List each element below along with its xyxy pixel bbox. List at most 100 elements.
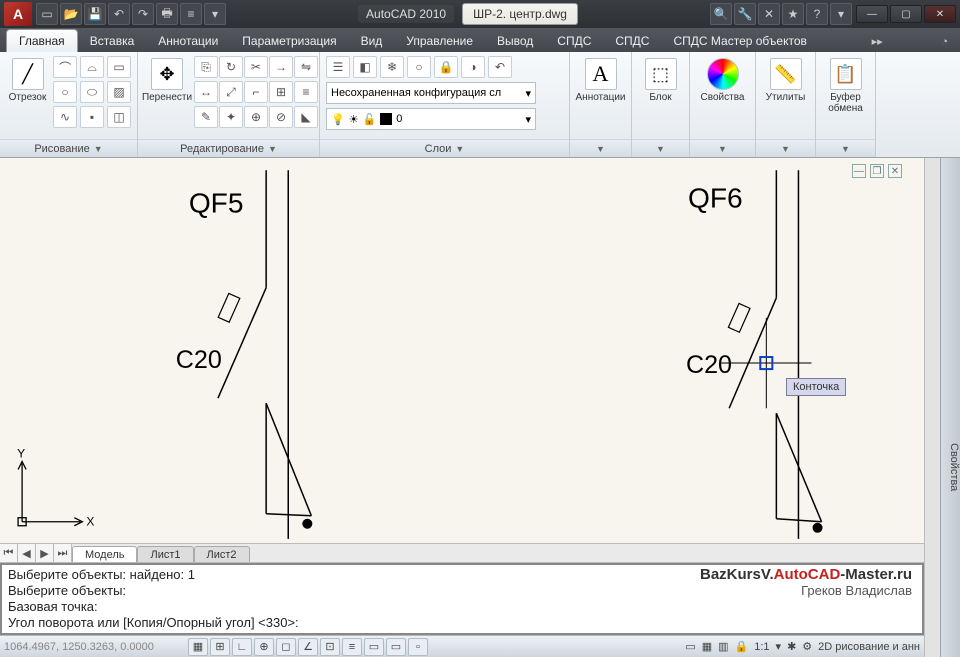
grid-toggle[interactable]: ⊞ — [210, 638, 230, 656]
extra-toggle[interactable]: ▫ — [408, 638, 428, 656]
panel-edit-title[interactable]: Редактирование▼ — [138, 139, 319, 157]
minimize-button[interactable]: — — [856, 5, 888, 23]
help-icon[interactable]: ? — [806, 3, 828, 25]
exchange-icon[interactable]: ✕ — [758, 3, 780, 25]
snap-toggle[interactable]: ▦ — [188, 638, 208, 656]
ribbon-minimize-icon[interactable]: ◔ — [935, 32, 954, 52]
otrack-toggle[interactable]: ∠ — [298, 638, 318, 656]
sheet-next-icon[interactable]: ▶ — [36, 544, 54, 562]
dyn-toggle[interactable]: ⊡ — [320, 638, 340, 656]
tab-view[interactable]: Вид — [349, 30, 395, 52]
layer-current-combo[interactable]: 💡 ☀ 🔓 0 ▾ — [326, 108, 536, 130]
tab-insert[interactable]: Вставка — [78, 30, 147, 52]
properties-button[interactable]: Свойства — [700, 56, 746, 105]
tab-manage[interactable]: Управление — [394, 30, 485, 52]
join-icon[interactable]: ⊕ — [244, 106, 268, 128]
arc-icon[interactable]: ⌓ — [80, 56, 104, 78]
new-icon[interactable]: ▭ — [36, 3, 58, 25]
model-toggle[interactable]: ▭ — [386, 638, 406, 656]
anno-vis-icon[interactable]: ✱ — [787, 640, 796, 653]
spline-icon[interactable]: ∿ — [53, 106, 77, 128]
rect-icon[interactable]: ▭ — [107, 56, 131, 78]
layer-state-combo[interactable]: Несохраненная конфигурация сл▾ — [326, 82, 536, 104]
copy-icon[interactable]: ⎘ — [194, 56, 218, 78]
key-icon[interactable]: 🔧 — [734, 3, 756, 25]
region-icon[interactable]: ◫ — [107, 106, 131, 128]
polar-toggle[interactable]: ⊕ — [254, 638, 274, 656]
lwt-toggle[interactable]: ≡ — [342, 638, 362, 656]
workspace-label[interactable]: 2D рисование и анн — [818, 641, 920, 653]
vp-close-icon[interactable]: ✕ — [888, 164, 902, 178]
layer-iso-icon[interactable]: ◧ — [353, 56, 377, 78]
app-logo[interactable]: A — [4, 2, 32, 26]
tab-annotate[interactable]: Аннотации — [146, 30, 230, 52]
layer-match-icon[interactable]: ◑ — [461, 56, 485, 78]
paper-model-icon[interactable]: ▭ — [685, 640, 695, 653]
panel-props-title[interactable]: ▼ — [690, 139, 755, 157]
vertical-scrollbar[interactable] — [924, 158, 940, 657]
erase-icon[interactable]: ✎ — [194, 106, 218, 128]
line-button[interactable]: ╱ Отрезок — [6, 56, 49, 105]
chevron-down-icon[interactable]: ▾ — [776, 640, 782, 653]
scale-icon[interactable]: ⤢ — [219, 81, 243, 103]
tabs-overflow-icon[interactable]: ▸▸ — [866, 31, 889, 52]
undo-icon[interactable]: ↶ — [108, 3, 130, 25]
explode-icon[interactable]: ✦ — [219, 106, 243, 128]
trim-icon[interactable]: ✂ — [244, 56, 268, 78]
osnap-toggle[interactable]: ◻ — [276, 638, 296, 656]
tab-spds2[interactable]: СПДС — [603, 30, 661, 52]
qp-toggle[interactable]: ▭ — [364, 638, 384, 656]
point-icon[interactable]: ▪ — [80, 106, 104, 128]
move-button[interactable]: ✥ Перенести — [144, 56, 190, 105]
panel-layers-title[interactable]: Слои▼ — [320, 139, 569, 157]
quickview-icon[interactable]: ▦ — [702, 640, 712, 653]
qat-dropdown-icon[interactable]: ▾ — [204, 3, 226, 25]
properties-palette-tab[interactable]: Свойства — [940, 158, 960, 657]
qat-extra-icon[interactable]: ≡ — [180, 3, 202, 25]
layer-prev-icon[interactable]: ↶ — [488, 56, 512, 78]
command-window[interactable]: Выберите объекты: найдено: 1 Выберите об… — [0, 563, 924, 635]
tab-parametric[interactable]: Параметризация — [230, 30, 348, 52]
tab-home[interactable]: Главная — [6, 29, 78, 52]
annotation-button[interactable]: A Аннотации — [578, 56, 624, 105]
circle-icon[interactable]: ○ — [53, 81, 77, 103]
panel-util-title[interactable]: ▼ — [756, 139, 815, 157]
extend-icon[interactable]: → — [269, 56, 293, 78]
open-icon[interactable]: 📂 — [60, 3, 82, 25]
sheet-last-icon[interactable]: ⏭ — [54, 544, 72, 562]
tab-model[interactable]: Модель — [72, 546, 137, 562]
array-icon[interactable]: ⊞ — [269, 81, 293, 103]
sheet-first-icon[interactable]: ⏮ — [0, 544, 18, 562]
favorite-icon[interactable]: ★ — [782, 3, 804, 25]
tab-output[interactable]: Вывод — [485, 30, 545, 52]
scale-label[interactable]: 1:1 — [754, 641, 769, 653]
redo-icon[interactable]: ↷ — [132, 3, 154, 25]
offset-icon[interactable]: ≡ — [294, 81, 318, 103]
clipboard-button[interactable]: 📋 Буфер обмена — [823, 56, 869, 116]
layer-prop-icon[interactable]: ☰ — [326, 56, 350, 78]
utilities-button[interactable]: 📏 Утилиты — [763, 56, 809, 105]
tab-spds-master[interactable]: СПДС Мастер объектов — [661, 30, 818, 52]
help-dropdown-icon[interactable]: ▾ — [830, 3, 852, 25]
layer-freeze-icon[interactable]: ❄ — [380, 56, 404, 78]
anno-scale-icon[interactable]: 🔒 — [735, 640, 749, 653]
tab-sheet1[interactable]: Лист1 — [137, 546, 193, 562]
drawing-canvas[interactable]: QF5 C20 QF6 — [0, 158, 924, 543]
tab-sheet2[interactable]: Лист2 — [194, 546, 250, 562]
close-button[interactable]: ✕ — [924, 5, 956, 23]
polyline-icon[interactable]: ⌒ — [53, 56, 77, 78]
search-icon[interactable]: 🔍 — [710, 3, 732, 25]
break-icon[interactable]: ⊘ — [269, 106, 293, 128]
rotate-icon[interactable]: ↻ — [219, 56, 243, 78]
panel-clip-title[interactable]: ▼ — [816, 139, 875, 157]
quickview-layouts-icon[interactable]: ▥ — [718, 640, 728, 653]
panel-anno-title[interactable]: ▼ — [570, 139, 631, 157]
sheet-prev-icon[interactable]: ◀ — [18, 544, 36, 562]
hatch-icon[interactable]: ▨ — [107, 81, 131, 103]
panel-block-title[interactable]: ▼ — [632, 139, 689, 157]
workspace-switch-icon[interactable]: ⚙ — [802, 640, 812, 653]
panel-draw-title[interactable]: Рисование▼ — [0, 139, 137, 157]
ellipse-icon[interactable]: ⬭ — [80, 81, 104, 103]
layer-off-icon[interactable]: ○ — [407, 56, 431, 78]
maximize-button[interactable]: ▢ — [890, 5, 922, 23]
